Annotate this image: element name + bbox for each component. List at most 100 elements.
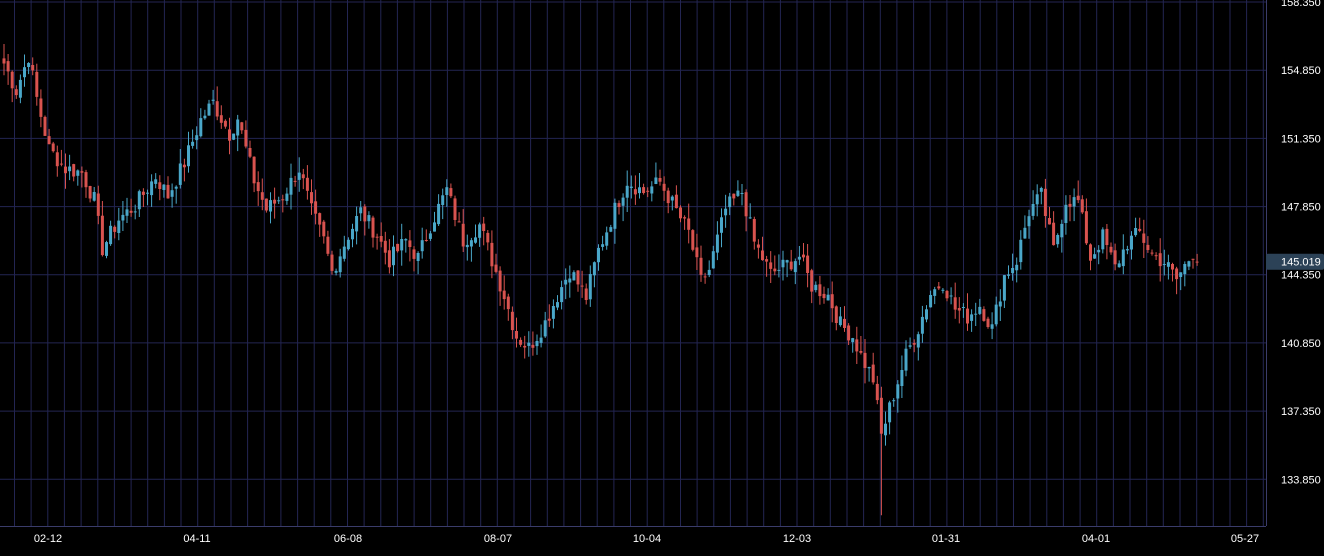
candle-body xyxy=(305,177,309,191)
candle-body xyxy=(1146,244,1150,250)
x-tick-label: 02-12 xyxy=(34,533,62,545)
candle-body xyxy=(301,174,305,179)
candle-body xyxy=(547,318,551,321)
candle-body xyxy=(1043,188,1047,216)
candle-body xyxy=(1166,262,1170,267)
candle-body xyxy=(785,260,789,263)
candle-body xyxy=(498,270,502,292)
candle-body xyxy=(916,334,920,348)
candle-body xyxy=(1052,222,1056,246)
candle-body xyxy=(523,345,527,348)
x-tick-label: 05-27 xyxy=(1231,533,1259,545)
candle-body xyxy=(31,65,35,71)
candle-body xyxy=(715,234,719,253)
candle-body xyxy=(351,228,354,240)
candle-body xyxy=(551,306,555,319)
y-tick-label: 133.850 xyxy=(1281,474,1321,486)
candle-body xyxy=(478,224,482,238)
candle-body xyxy=(580,285,584,287)
candle-body xyxy=(293,180,297,182)
candle-body xyxy=(863,352,867,368)
candle-body xyxy=(1134,228,1138,236)
candle-body xyxy=(920,316,924,334)
candle-body xyxy=(379,236,383,242)
candle-body xyxy=(502,290,506,300)
candle-body xyxy=(588,274,592,300)
current-price-tag: 145.019 xyxy=(1266,253,1324,270)
candle-body xyxy=(437,203,441,225)
candle-body xyxy=(88,186,92,199)
candle-body xyxy=(1039,188,1043,192)
candle-body xyxy=(601,244,605,247)
candle-body xyxy=(252,156,256,184)
candle-body xyxy=(974,313,978,315)
candle-body xyxy=(736,190,740,196)
candle-body xyxy=(162,184,166,190)
candle-body xyxy=(933,289,937,296)
candle-body xyxy=(609,227,613,232)
candle-body xyxy=(752,219,756,242)
candle-body xyxy=(875,383,879,401)
candle-body xyxy=(937,286,941,289)
candle-body xyxy=(109,225,113,245)
candle-body xyxy=(756,244,760,248)
candle-body xyxy=(699,257,703,275)
candle-body xyxy=(515,331,518,339)
candle-body xyxy=(1142,233,1146,243)
candle-body xyxy=(420,240,424,252)
candle-body xyxy=(822,293,826,299)
candle-body xyxy=(39,98,43,117)
candle-body xyxy=(2,58,6,64)
candle-body xyxy=(810,270,814,292)
candle-body xyxy=(150,181,154,196)
candle-body xyxy=(638,187,641,194)
candle-body xyxy=(859,351,863,353)
candle-body xyxy=(424,240,428,241)
x-tick-label: 10-04 xyxy=(633,533,661,545)
candle-body xyxy=(966,308,969,324)
candle-body xyxy=(1162,264,1166,265)
candle-body xyxy=(367,215,371,222)
candle-body xyxy=(207,103,211,116)
candle-body xyxy=(27,63,31,67)
candle-body xyxy=(605,232,609,246)
candle-body xyxy=(96,193,100,216)
candle-body xyxy=(486,232,490,243)
candle-body xyxy=(80,171,84,173)
candle-body xyxy=(482,223,486,231)
candle-body xyxy=(6,61,10,72)
candle-body xyxy=(129,210,133,213)
candle-body xyxy=(117,220,121,233)
candle-body xyxy=(642,187,646,193)
candle-body xyxy=(396,243,400,252)
candle-body xyxy=(43,116,47,136)
candle-body xyxy=(592,262,596,276)
candle-body xyxy=(802,254,805,258)
candle-body xyxy=(1113,250,1117,265)
candle-body xyxy=(1150,252,1154,254)
candle-body xyxy=(105,242,108,256)
x-tick-label: 04-01 xyxy=(1082,533,1110,545)
candle-body xyxy=(289,177,293,195)
candle-body xyxy=(371,217,375,238)
candle-body xyxy=(441,195,445,205)
candle-body xyxy=(834,306,838,323)
candle-body xyxy=(264,198,268,211)
y-tick-label: 144.350 xyxy=(1281,270,1321,282)
candle-body xyxy=(260,192,264,200)
candle-body xyxy=(297,172,301,180)
candle-body xyxy=(748,217,752,219)
candle-body xyxy=(14,89,18,96)
candle-body xyxy=(178,163,182,185)
candle-body xyxy=(679,207,682,219)
candle-body xyxy=(219,115,223,123)
candle-body xyxy=(281,199,285,201)
candle-body xyxy=(269,200,272,212)
candle-body xyxy=(55,152,59,167)
candle-body xyxy=(908,345,912,347)
candle-body xyxy=(137,191,141,210)
candle-body xyxy=(970,314,974,321)
candle-body xyxy=(1195,261,1199,263)
candle-body xyxy=(847,325,851,341)
candle-body xyxy=(744,192,748,217)
